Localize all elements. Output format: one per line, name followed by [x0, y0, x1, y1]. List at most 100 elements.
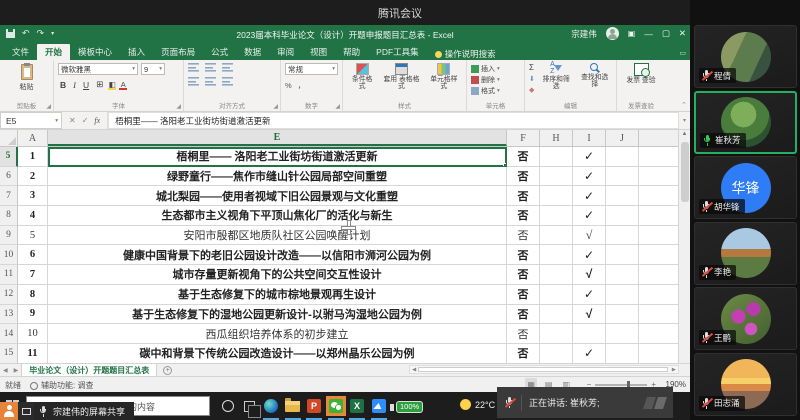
comma-icon[interactable]: ， [298, 80, 306, 91]
excel-taskbar-icon[interactable]: X [347, 396, 367, 416]
microphone-icon[interactable] [39, 406, 48, 417]
fill-color-icon[interactable]: ◧ [108, 81, 116, 89]
conditional-formatting-button[interactable]: 条件格式 [347, 63, 377, 101]
cell-f13[interactable]: 否 [507, 305, 540, 325]
cell-e10[interactable]: 健康中国背景下的老旧公园设计改造——以信阳市浉河公园为例 [48, 245, 507, 265]
dialog-launcher-icon[interactable]: ◢ [46, 103, 51, 110]
cell-h8[interactable] [540, 206, 573, 226]
cell-i5[interactable]: ✓ [573, 147, 606, 167]
ribbon-tab-idx2[interactable]: 模板中心 [70, 44, 120, 60]
scroll-left-icon[interactable]: ◀ [412, 367, 416, 373]
cell-e5[interactable]: 梧桐里—— 洛阳老工业街坊街道激活更新 [48, 147, 507, 167]
participant-tile-李艳[interactable]: 李艳 [694, 222, 797, 285]
cell-f7[interactable]: 否 [507, 186, 540, 206]
cell-a10[interactable]: 6 [18, 245, 48, 265]
row-header-15[interactable]: 15 [0, 344, 18, 363]
dialog-launcher-icon[interactable]: ◢ [273, 103, 278, 110]
align-center-icon[interactable] [205, 77, 216, 86]
ribbon-tab-idx8[interactable]: 视图 [302, 44, 335, 60]
align-left-icon[interactable] [188, 77, 199, 86]
cell-f11[interactable]: 否 [507, 265, 540, 285]
cell-h5[interactable] [540, 147, 573, 167]
cell-h14[interactable] [540, 324, 573, 344]
cell-j6[interactable] [606, 167, 639, 187]
row-header-14[interactable]: 14 [0, 324, 18, 344]
scroll-up-icon[interactable]: ▲ [679, 131, 690, 137]
cell-j13[interactable] [606, 305, 639, 325]
accessibility-status[interactable]: 辅助功能: 调查 [30, 380, 93, 391]
cell-i15[interactable]: ✓ [573, 344, 606, 363]
cell-j7[interactable] [606, 186, 639, 206]
sort-filter-button[interactable]: 排序和筛选 [539, 63, 574, 101]
collapse-ribbon-icon[interactable]: ⌃ [681, 101, 687, 109]
cell-a11[interactable]: 7 [18, 265, 48, 285]
participant-tile-程倩[interactable]: 程倩 [694, 25, 797, 88]
dialog-launcher-icon[interactable]: ◢ [176, 103, 181, 110]
cell-e8[interactable]: 生态都市主义视角下平顶山焦化厂的活化与新生 [48, 206, 507, 226]
font-color-icon[interactable]: A [119, 81, 127, 89]
participant-tile-崔秋芳[interactable]: 崔秋芳 [694, 91, 797, 154]
expand-formula-bar-icon[interactable]: ▾ [679, 112, 690, 129]
row-header-5[interactable]: 5 [0, 147, 18, 167]
cell-a5[interactable]: 1 [18, 147, 48, 167]
cell-a12[interactable]: 8 [18, 285, 48, 305]
participant-tile-王鹏[interactable]: 王鹏 [694, 287, 797, 350]
cell-e9[interactable]: 安阳市殷都区地质队社区公园唤醒计划 [48, 226, 507, 246]
hscroll-thumb[interactable] [418, 367, 668, 372]
cortana-taskbar-icon[interactable] [218, 396, 238, 416]
dialog-launcher-icon[interactable]: ◢ [335, 103, 340, 110]
paste-button[interactable]: 粘贴 [4, 63, 49, 93]
sharer-avatar-icon[interactable] [0, 402, 18, 420]
cell-f14[interactable]: 否 [507, 324, 540, 344]
new-sheet-button[interactable]: + [163, 366, 172, 375]
cell-f10[interactable]: 否 [507, 245, 540, 265]
cell-e11[interactable]: 城市存量更新视角下的公共空间交互性设计 [48, 265, 507, 285]
cell-f5[interactable]: 否 [507, 147, 540, 167]
ribbon-pin-icon[interactable]: ▭ [679, 49, 686, 57]
weather-indicator[interactable]: 22°C [460, 399, 495, 410]
ribbon-tab-idx9[interactable]: 帮助 [335, 44, 368, 60]
number-format-select[interactable]: 常规▾ [285, 63, 338, 75]
row-header-9[interactable]: 9 [0, 226, 18, 246]
fill-handle[interactable] [503, 163, 507, 167]
font-name-select[interactable]: 微软雅黑▾ [58, 63, 138, 75]
vscroll-thumb[interactable] [681, 142, 689, 202]
column-header-E[interactable]: E [48, 130, 507, 146]
excel-close-icon[interactable]: ✕ [679, 28, 686, 39]
edge-taskbar-icon[interactable] [261, 396, 281, 416]
scroll-right-icon[interactable]: ▶ [672, 367, 676, 373]
cell-f15[interactable]: 否 [507, 344, 540, 363]
find-select-button[interactable]: 查找和选择 [577, 63, 612, 101]
cell-f12[interactable]: 否 [507, 285, 540, 305]
account-avatar[interactable] [606, 27, 619, 40]
align-bottom-icon[interactable] [222, 63, 233, 72]
delete-cells-button[interactable]: 删除▾ [471, 74, 520, 85]
cell-f8[interactable]: 否 [507, 206, 540, 226]
row-header-8[interactable]: 8 [0, 206, 18, 226]
cell-j15[interactable] [606, 344, 639, 363]
excel-restore-icon[interactable]: ▢ [662, 28, 670, 39]
borders-icon[interactable]: ⊞ [94, 79, 105, 90]
column-header-F[interactable]: F [507, 130, 540, 146]
cancel-entry-icon[interactable]: ✕ [69, 116, 76, 125]
align-middle-icon[interactable] [205, 63, 216, 72]
zoom-slider[interactable] [595, 384, 647, 386]
cell-i7[interactable]: ✓ [573, 186, 606, 206]
column-header-A[interactable]: A [18, 130, 48, 146]
cell-j11[interactable] [606, 265, 639, 285]
cell-a14[interactable]: 10 [18, 324, 48, 344]
tellme-search[interactable]: 操作说明搜索 [435, 48, 496, 60]
cell-i10[interactable]: ✓ [573, 245, 606, 265]
row-header-10[interactable]: 10 [0, 245, 18, 265]
ribbon-tab-idx6[interactable]: 数据 [236, 44, 269, 60]
tencent-meeting-taskbar-icon[interactable] [369, 396, 389, 416]
cell-j9[interactable] [606, 226, 639, 246]
format-cells-button[interactable]: 格式▾ [471, 85, 520, 96]
cell-e7[interactable]: 城北梨园——使用者视域下旧公园景观与文化重塑 [48, 186, 507, 206]
insert-function-icon[interactable]: fx [94, 116, 100, 125]
confirm-entry-icon[interactable]: ✓ [82, 116, 89, 125]
cell-a9[interactable]: 5 [18, 226, 48, 246]
muted-mic-icon[interactable] [505, 397, 514, 408]
column-header-J[interactable]: J [606, 130, 639, 146]
cell-i12[interactable]: ✓ [573, 285, 606, 305]
